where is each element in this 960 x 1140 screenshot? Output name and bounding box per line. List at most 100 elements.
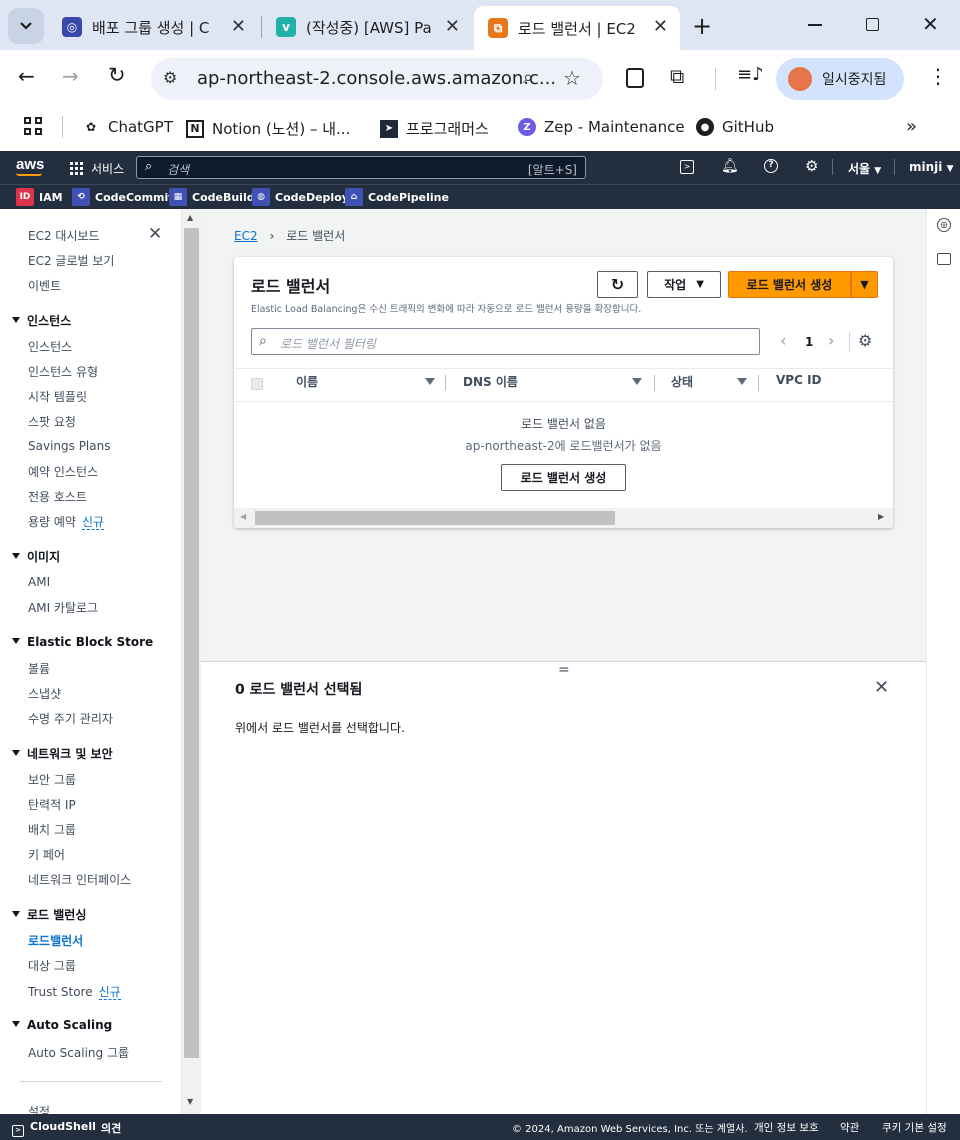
media-control-icon[interactable]: ≡♪	[737, 64, 764, 85]
sidebar-item-reserved-instances[interactable]: 예약 인스턴스	[28, 463, 98, 480]
menu-icon[interactable]: ⋮	[928, 64, 948, 88]
notebook-extension-icon[interactable]	[626, 68, 644, 88]
scroll-up-icon[interactable]: ▲	[187, 213, 193, 222]
filter-input[interactable]: ⌕ 로드 밸런서 필터링	[251, 328, 760, 355]
services-menu[interactable]: 서비스	[70, 160, 124, 177]
region-selector[interactable]: 서울 ▼	[848, 160, 881, 177]
sidebar-item-capacity-reservations[interactable]: 용량 예약 신규	[28, 513, 105, 530]
sidebar-section-instances[interactable]: 인스턴스	[12, 312, 71, 329]
sidebar-section-ebs[interactable]: Elastic Block Store	[12, 635, 153, 649]
reload-button[interactable]: ↻	[108, 63, 126, 87]
tab-search-button[interactable]	[8, 8, 44, 44]
forward-button[interactable]: →	[62, 64, 79, 88]
next-page-icon[interactable]: ›	[828, 331, 834, 350]
sidebar-item-ami-catalog[interactable]: AMI 카탈로그	[28, 599, 98, 616]
cloudshell-button[interactable]: > CloudShell	[12, 1120, 96, 1137]
sidebar-section-images[interactable]: 이미지	[12, 548, 60, 565]
empty-create-button[interactable]: 로드 밸런서 생성	[501, 464, 626, 491]
sidebar-item-launch-templates[interactable]: 시작 템플릿	[28, 388, 87, 405]
breadcrumb-link-ec2[interactable]: EC2	[234, 229, 258, 243]
create-load-balancer-button[interactable]: 로드 밸런서 생성	[728, 271, 851, 298]
column-header-dns[interactable]: DNS 이름	[463, 373, 518, 390]
scroll-right-icon[interactable]: ▶	[878, 512, 884, 521]
bookmark-chatgpt[interactable]: ✿ ChatGPT	[82, 118, 173, 136]
star-icon[interactable]: ☆	[563, 66, 581, 90]
bookmark-programmers[interactable]: ➤ 프로그래머스	[380, 118, 489, 139]
help-icon[interactable]: ?	[764, 159, 778, 173]
sidebar-scrollbar[interactable]: ▲ ▼	[182, 209, 201, 1114]
sidebar-item-elastic-ips[interactable]: 탄력적 IP	[28, 796, 76, 813]
prev-page-icon[interactable]: ‹	[780, 331, 786, 350]
favorite-codebuild[interactable]: ▦ CodeBuild	[169, 188, 255, 206]
site-info-icon[interactable]: ⚙	[163, 68, 177, 87]
create-dropdown-button[interactable]: ▼	[851, 271, 878, 298]
bookmark-notion[interactable]: N Notion (노션) – 내...	[186, 118, 350, 139]
settings-icon[interactable]: ⚙	[805, 157, 818, 175]
sidebar-item-savings-plans[interactable]: Savings Plans	[28, 439, 110, 453]
address-bar[interactable]: ⚙ ap-northeast-2.console.aws.amazon.c...…	[151, 58, 603, 100]
sidebar-item-dashboard[interactable]: EC2 대시보드	[28, 227, 100, 244]
page-number[interactable]: 1	[805, 335, 813, 349]
sort-icon[interactable]	[425, 378, 435, 385]
maximize-button[interactable]	[866, 18, 879, 31]
sidebar-item-instance-types[interactable]: 인스턴스 유형	[28, 363, 98, 380]
favorite-codecommit[interactable]: ⟲ CodeCommit	[72, 188, 174, 206]
new-tab-button[interactable]: +	[692, 12, 712, 40]
sidebar-item-ami[interactable]: AMI	[28, 575, 50, 589]
scroll-down-icon[interactable]: ▼	[187, 1097, 193, 1106]
scroll-thumb[interactable]	[255, 511, 615, 525]
sort-icon[interactable]	[737, 378, 747, 385]
cloudshell-icon[interactable]: >	[680, 160, 694, 174]
column-header-name[interactable]: 이름	[296, 373, 318, 390]
sidebar-item-lifecycle-manager[interactable]: 수명 주기 관리자	[28, 710, 113, 727]
column-header-state[interactable]: 상태	[671, 373, 693, 390]
drag-handle-icon[interactable]: =	[558, 662, 570, 678]
sidebar-item-load-balancers[interactable]: 로드밸런서	[28, 932, 83, 949]
sidebar-section-auto-scaling[interactable]: Auto Scaling	[12, 1018, 112, 1032]
favorite-codedeploy[interactable]: ◍ CodeDeploy	[252, 188, 349, 206]
user-menu[interactable]: minji ▼	[909, 160, 954, 174]
notifications-icon[interactable]: 🔔︎	[721, 158, 739, 174]
browser-tab-1[interactable]: ◎ 배포 그룹 생성 | C ✕	[48, 6, 258, 48]
extensions-icon[interactable]: ⧉	[670, 64, 684, 88]
zoom-icon[interactable]: ⌕	[523, 67, 533, 88]
favorite-codepipeline[interactable]: ⌂ CodePipeline	[345, 188, 449, 206]
terms-link[interactable]: 약관	[840, 1120, 859, 1135]
sidebar-item-spot-requests[interactable]: 스팟 요청	[28, 413, 76, 430]
sidebar-item-key-pairs[interactable]: 키 페어	[28, 846, 65, 863]
favorite-iam[interactable]: ID IAM	[16, 188, 63, 206]
browser-tab-2[interactable]: v (작성중) [AWS] Pa ✕	[262, 6, 472, 48]
column-header-vpc-id[interactable]: VPC ID	[776, 373, 822, 387]
sidebar-item-dedicated-hosts[interactable]: 전용 호스트	[28, 488, 87, 505]
bookmark-zep[interactable]: Z Zep - Maintenance	[518, 118, 685, 136]
close-icon[interactable]: ✕	[874, 677, 889, 698]
feedback-panel-icon[interactable]	[937, 253, 951, 265]
aws-logo[interactable]: aws	[16, 156, 44, 173]
profile-button[interactable]: 일시중지됨	[776, 58, 904, 100]
feedback-link[interactable]: 의견	[101, 1120, 121, 1136]
browser-tab-active[interactable]: ⧉ 로드 밸런서 | EC2 ✕	[474, 6, 680, 50]
sidebar-item-network-interfaces[interactable]: 네트워크 인터페이스	[28, 871, 131, 888]
sidebar-section-load-balancing[interactable]: 로드 밸런싱	[12, 906, 86, 923]
sort-icon[interactable]	[632, 378, 642, 385]
privacy-link[interactable]: 개인 정보 보호	[754, 1120, 819, 1135]
close-sidebar-icon[interactable]: ✕	[148, 224, 162, 244]
refresh-button[interactable]: ↻	[597, 271, 638, 298]
back-button[interactable]: ←	[18, 64, 35, 88]
sidebar-item-trust-store[interactable]: Trust Store 신규	[28, 983, 121, 1000]
close-icon[interactable]: ✕	[231, 16, 246, 37]
sidebar-item-global-view[interactable]: EC2 글로벌 보기	[28, 252, 114, 269]
sidebar-item-events[interactable]: 이벤트	[28, 277, 61, 294]
sidebar-item-snapshots[interactable]: 스냅샷	[28, 685, 61, 702]
sidebar-item-volumes[interactable]: 볼륨	[28, 660, 50, 677]
horizontal-scrollbar[interactable]: ◀ ▶	[234, 508, 893, 528]
bookmark-github[interactable]: ● GitHub	[696, 118, 774, 136]
apps-icon[interactable]	[24, 117, 42, 135]
aws-search-input[interactable]: ⌕ 검색 [알트+S]	[136, 156, 586, 179]
more-bookmarks-icon[interactable]: »	[906, 116, 917, 137]
actions-dropdown[interactable]: 작업 ▼	[647, 271, 721, 298]
sidebar-item-target-groups[interactable]: 대상 그룹	[28, 957, 76, 974]
close-icon[interactable]: ✕	[445, 16, 460, 37]
sidebar-item-instances[interactable]: 인스턴스	[28, 338, 72, 355]
sidebar-item-security-groups[interactable]: 보안 그룹	[28, 771, 76, 788]
